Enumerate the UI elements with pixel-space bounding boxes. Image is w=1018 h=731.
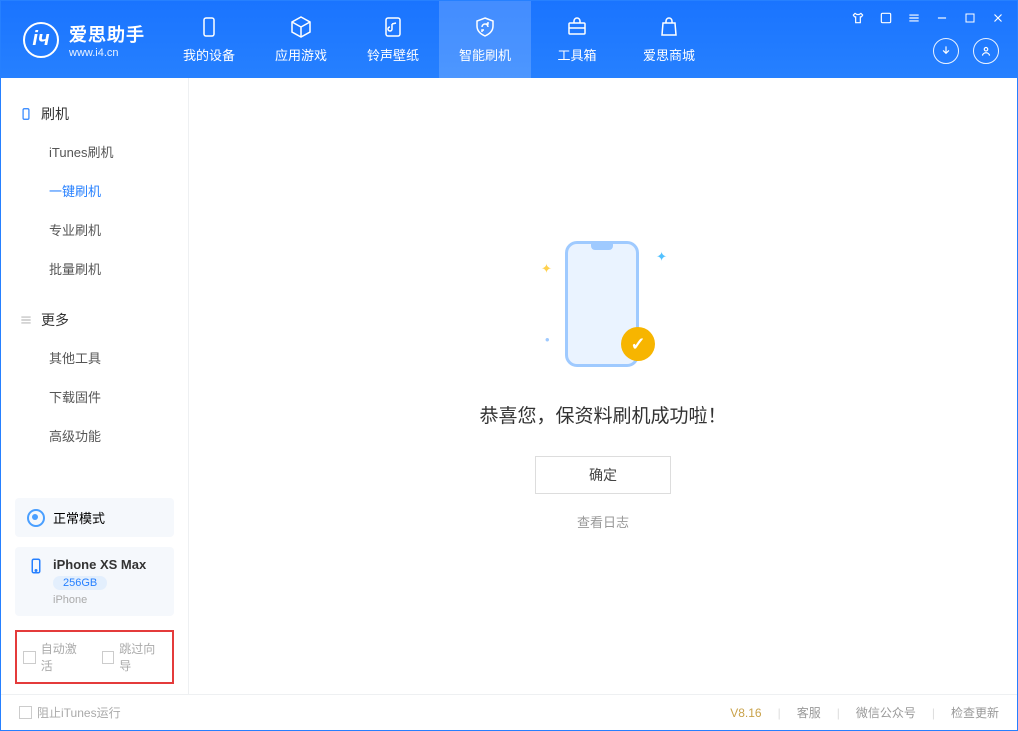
- footer-link-wechat[interactable]: 微信公众号: [856, 704, 916, 721]
- separator: |: [778, 706, 781, 720]
- phone-icon: [197, 15, 221, 39]
- tab-label: 铃声壁纸: [367, 45, 419, 64]
- sidebar-section-more: 更多: [1, 302, 188, 338]
- mode-icon: [27, 509, 45, 527]
- footer-left: 阻止iTunes运行: [19, 704, 121, 721]
- device-info-area: 正常模式 iPhone XS Max 256GB iPhone: [1, 488, 188, 630]
- tab-flash[interactable]: 智能刷机: [439, 1, 531, 78]
- menu-icon[interactable]: [905, 9, 923, 27]
- separator: |: [837, 706, 840, 720]
- app-subtitle: www.i4.cn: [69, 47, 145, 59]
- skin-icon[interactable]: [849, 9, 867, 27]
- tab-label: 智能刷机: [459, 45, 511, 64]
- confirm-button[interactable]: 确定: [535, 456, 671, 494]
- main-content: ✦ ✦ • ✓ 恭喜您，保资料刷机成功啦！ 确定 查看日志: [189, 78, 1017, 694]
- logo-icon: iч: [23, 22, 59, 58]
- tab-store[interactable]: 爱思商城: [623, 1, 715, 78]
- tab-toolbox[interactable]: 工具箱: [531, 1, 623, 78]
- version-label: V8.16: [730, 706, 761, 720]
- sidebar-item-oneclick-flash[interactable]: 一键刷机: [1, 171, 188, 210]
- checkbox-label: 自动激活: [41, 640, 88, 674]
- device-icon: [19, 107, 33, 121]
- section-label: 刷机: [41, 104, 69, 124]
- cube-icon: [289, 15, 313, 39]
- toolbox-icon: [565, 15, 589, 39]
- sidebar-item-firmware[interactable]: 下载固件: [1, 377, 188, 416]
- tab-label: 爱思商城: [643, 45, 695, 64]
- separator: |: [932, 706, 935, 720]
- feedback-icon[interactable]: [877, 9, 895, 27]
- sidebar-item-batch-flash[interactable]: 批量刷机: [1, 249, 188, 288]
- device-name: iPhone XS Max: [53, 557, 146, 572]
- checkbox-block-itunes[interactable]: 阻止iTunes运行: [19, 704, 121, 721]
- view-log-link[interactable]: 查看日志: [577, 512, 629, 531]
- sparkle-icon: ✦: [541, 261, 552, 277]
- success-illustration: ✦ ✦ • ✓: [543, 241, 663, 371]
- sidebar-item-other-tools[interactable]: 其他工具: [1, 338, 188, 377]
- footer-right: V8.16 | 客服 | 微信公众号 | 检查更新: [730, 704, 999, 721]
- list-icon: [19, 313, 33, 327]
- device-block[interactable]: iPhone XS Max 256GB iPhone: [15, 547, 174, 616]
- sidebar-section-flash: 刷机: [1, 96, 188, 132]
- checkbox-auto-activate[interactable]: 自动激活: [23, 640, 88, 674]
- sidebar-item-itunes-flash[interactable]: iTunes刷机: [1, 132, 188, 171]
- success-message: 恭喜您，保资料刷机成功啦！: [479, 401, 726, 428]
- sparkle-icon: •: [545, 332, 550, 347]
- checkbox-label: 跳过向导: [119, 640, 166, 674]
- checkbox-icon: [102, 651, 115, 664]
- device-type: iPhone: [53, 594, 146, 606]
- music-file-icon: [381, 15, 405, 39]
- section-label: 更多: [41, 310, 69, 330]
- main-tabs: 我的设备 应用游戏 铃声壁纸 智能刷机 工具箱 爱思商城: [163, 1, 715, 78]
- download-button[interactable]: [933, 38, 959, 64]
- sidebar-nav: 刷机 iTunes刷机 一键刷机 专业刷机 批量刷机 更多 其他工具 下载固件 …: [1, 78, 188, 488]
- phone-icon: [27, 557, 45, 575]
- options-highlight-box: 自动激活 跳过向导: [15, 630, 174, 684]
- refresh-shield-icon: [473, 15, 497, 39]
- minimize-button[interactable]: [933, 9, 951, 27]
- body-area: 刷机 iTunes刷机 一键刷机 专业刷机 批量刷机 更多 其他工具 下载固件 …: [1, 78, 1017, 694]
- checkbox-label: 阻止iTunes运行: [37, 704, 121, 721]
- window-controls: [849, 9, 1007, 27]
- logo-text: 爱思助手 www.i4.cn: [69, 21, 145, 59]
- sparkle-icon: ✦: [656, 249, 667, 265]
- user-button[interactable]: [973, 38, 999, 64]
- device-mode-label: 正常模式: [53, 508, 105, 527]
- tab-label: 工具箱: [557, 45, 596, 64]
- checkmark-badge-icon: ✓: [621, 327, 655, 361]
- footer-link-update[interactable]: 检查更新: [951, 704, 999, 721]
- app-header: iч 爱思助手 www.i4.cn 我的设备 应用游戏 铃声壁纸 智能刷机 工具…: [1, 1, 1017, 78]
- tab-my-device[interactable]: 我的设备: [163, 1, 255, 78]
- checkbox-icon: [19, 706, 32, 719]
- checkbox-icon: [23, 651, 36, 664]
- tab-label: 应用游戏: [275, 45, 327, 64]
- bag-icon: [657, 15, 681, 39]
- device-details: iPhone XS Max 256GB iPhone: [53, 557, 146, 606]
- phone-notch: [591, 244, 613, 250]
- checkbox-skip-guide[interactable]: 跳过向导: [102, 640, 167, 674]
- header-actions: [933, 38, 999, 64]
- tab-apps[interactable]: 应用游戏: [255, 1, 347, 78]
- tab-label: 我的设备: [183, 45, 235, 64]
- device-mode-block[interactable]: 正常模式: [15, 498, 174, 537]
- status-bar: 阻止iTunes运行 V8.16 | 客服 | 微信公众号 | 检查更新: [1, 694, 1017, 730]
- logo-area: iч 爱思助手 www.i4.cn: [1, 21, 163, 59]
- close-button[interactable]: [989, 9, 1007, 27]
- sidebar-item-advanced[interactable]: 高级功能: [1, 416, 188, 455]
- footer-link-support[interactable]: 客服: [797, 704, 821, 721]
- maximize-button[interactable]: [961, 9, 979, 27]
- sidebar: 刷机 iTunes刷机 一键刷机 专业刷机 批量刷机 更多 其他工具 下载固件 …: [1, 78, 189, 694]
- device-storage-badge: 256GB: [53, 576, 107, 590]
- sidebar-item-pro-flash[interactable]: 专业刷机: [1, 210, 188, 249]
- tab-ringtone[interactable]: 铃声壁纸: [347, 1, 439, 78]
- app-title: 爱思助手: [69, 21, 145, 47]
